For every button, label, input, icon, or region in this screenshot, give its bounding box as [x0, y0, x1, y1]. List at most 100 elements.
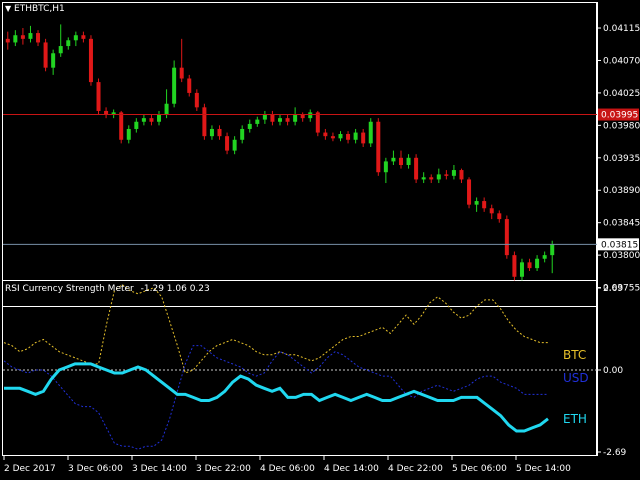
candles-layer: [5, 24, 555, 281]
candle-body: [209, 128, 214, 137]
candle-body: [81, 35, 86, 39]
candle-body: [421, 177, 426, 180]
candle-body: [376, 121, 381, 173]
chart-window[interactable]: 0.04115 0.04070 0.04025 0.03980 0.03935 0.038…: [0, 0, 640, 480]
candle-body: [278, 118, 282, 122]
candle-body: [202, 107, 207, 137]
time-tick-label: 5 Dec 14:00: [516, 464, 571, 474]
candle-body: [467, 179, 472, 205]
candle-body: [315, 112, 320, 133]
candle-body: [270, 114, 275, 122]
candle-body: [179, 67, 184, 79]
candle-body: [308, 112, 313, 119]
candle-body: [73, 35, 78, 41]
candle-body: [134, 121, 139, 129]
candle-body: [527, 262, 532, 269]
candle-body: [550, 244, 555, 256]
price-axis-ticks: 0.04115 0.04070 0.04025 0.03980 0.03935 0.038…: [597, 24, 640, 294]
time-tick-label: 4 Dec 14:00: [324, 464, 379, 474]
candle-body: [164, 103, 169, 115]
candle-body: [489, 208, 494, 214]
price-tick-label: 0.03800: [603, 251, 640, 261]
candle-body: [330, 136, 335, 139]
indicator-tick-label: -2.69: [603, 448, 627, 458]
candle-body: [353, 132, 358, 140]
candle-body: [444, 174, 449, 176]
candle-body: [36, 33, 41, 43]
candle-body: [451, 170, 456, 176]
candle-body: [293, 114, 298, 122]
price-tick-label: 0.04070: [603, 56, 640, 66]
indicator-lines-layer: [3, 283, 597, 450]
price-chart[interactable]: 0.04115 0.04070 0.04025 0.03980 0.03935 0.038…: [0, 0, 640, 480]
bid-line-label: 0.03815: [601, 240, 638, 250]
time-tick-label: 4 Dec 06:00: [260, 464, 315, 474]
candle-body: [285, 118, 290, 122]
time-tick-label: 5 Dec 06:00: [452, 464, 507, 474]
candle-body: [141, 118, 146, 122]
time-tick-label: 3 Dec 14:00: [132, 464, 187, 474]
candle-body: [414, 157, 419, 180]
candle-body: [28, 33, 33, 39]
candle-body: [429, 177, 434, 180]
candle-body: [43, 42, 48, 68]
candle-body: [247, 123, 252, 129]
symbol-title: ETHBTC,H1: [14, 4, 65, 14]
series-eth-line: [4, 362, 549, 433]
price-tick-label: 0.04025: [603, 89, 640, 99]
candle-body: [262, 114, 267, 120]
indicator-title-row[interactable]: RSI Currency Strength Meter -1.29 1.06 0…: [5, 284, 210, 294]
series-btc-line: [3, 283, 548, 374]
candle-body: [88, 38, 93, 83]
candle-body: [5, 38, 10, 43]
candle-body: [497, 213, 502, 220]
candle-body: [542, 255, 547, 259]
candle-body: [323, 132, 328, 137]
candle-body: [346, 134, 351, 140]
candle-body: [149, 118, 154, 122]
candle-body: [58, 46, 63, 54]
candle-body: [240, 128, 245, 140]
candle-body: [255, 119, 260, 124]
indicator-values: -1.29 1.06 0.23: [140, 284, 210, 294]
candle-body: [51, 53, 56, 68]
candle-body: [119, 112, 124, 140]
candle-body: [361, 132, 366, 144]
candle-body: [391, 157, 396, 162]
legend-btc: BTC: [563, 348, 587, 362]
price-tick-label: 0.03980: [603, 121, 640, 131]
candle-body: [104, 110, 109, 115]
time-tick-label: 2 Dec 2017: [4, 464, 56, 474]
chevron-down-icon[interactable]: ▼: [5, 4, 11, 13]
candle-body: [482, 201, 487, 209]
candle-body: [383, 161, 388, 173]
candle-body: [187, 78, 192, 93]
price-tick-label: 0.03935: [603, 154, 640, 164]
candle-body: [338, 134, 343, 139]
candle-body: [512, 255, 517, 277]
candle-body: [194, 92, 199, 108]
candle-body: [398, 157, 403, 166]
candle-body: [504, 219, 509, 256]
candle-body: [217, 128, 222, 137]
time-tick-label: 4 Dec 22:00: [388, 464, 443, 474]
symbol-title-row[interactable]: ▼ ETHBTC,H1: [5, 4, 65, 14]
candle-body: [20, 35, 25, 39]
price-tick-label: 0.03845: [603, 219, 640, 229]
candle-body: [172, 67, 177, 104]
indicator-tick-label: 2.69: [603, 284, 623, 294]
price-tick-label: 0.03890: [603, 186, 640, 196]
candle-body: [13, 35, 18, 43]
candle-body: [519, 262, 524, 277]
candle-body: [406, 157, 411, 166]
candle-body: [96, 82, 101, 111]
candle-body: [126, 128, 131, 140]
candle-body: [66, 40, 71, 47]
indicator-axis-ticks: 2.69 0.00 -2.69: [597, 284, 627, 458]
candle-body: [157, 114, 162, 122]
red-line-label: 0.03995: [601, 111, 638, 121]
indicator-tick-label: 0.00: [603, 366, 623, 376]
candle-body: [232, 139, 237, 151]
time-tick-label: 3 Dec 22:00: [196, 464, 251, 474]
candle-body: [368, 121, 373, 144]
